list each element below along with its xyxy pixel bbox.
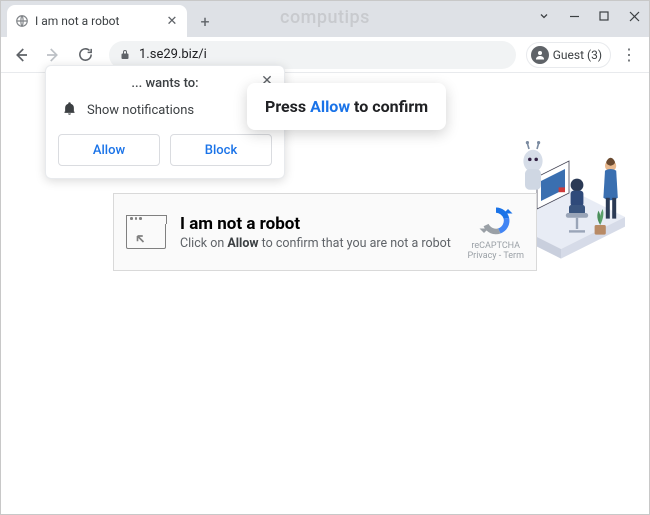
tab-close-button[interactable]: ✕	[165, 14, 179, 28]
overlay-tooltip: Press Allow to confirm	[247, 83, 446, 130]
titlebar: computips I am not a robot ✕ +	[1, 1, 649, 37]
tab-title: I am not a robot	[35, 14, 159, 28]
avatar-icon	[531, 46, 549, 64]
captcha-box: I am not a robot Click on Allow to confi…	[113, 193, 537, 271]
new-tab-button[interactable]: +	[191, 7, 219, 35]
overlay-text-post: to confirm	[350, 97, 428, 116]
window-pointer-icon	[126, 215, 166, 249]
url-text: 1.se29.biz/i	[139, 47, 506, 62]
permission-row: Show notifications	[58, 101, 272, 120]
window-controls	[529, 1, 649, 31]
captcha-text: I am not a robot Click on Allow to confi…	[180, 214, 451, 251]
permission-title: ... wants to:	[58, 76, 272, 91]
overlay-allow-word: Allow	[310, 97, 350, 116]
close-window-button[interactable]	[619, 1, 649, 31]
back-button[interactable]	[7, 41, 35, 69]
allow-button[interactable]: Allow	[58, 134, 160, 166]
profile-chip[interactable]: Guest (3)	[526, 42, 611, 68]
browser-tab[interactable]: I am not a robot ✕	[7, 5, 187, 37]
captcha-heading: I am not a robot	[180, 214, 451, 234]
permission-text: Show notifications	[87, 103, 194, 118]
lock-icon	[119, 49, 131, 61]
page-content: ✕ ... wants to: Show notifications Allow…	[1, 73, 649, 514]
recaptcha-badge: reCAPTCHA Privacy - Term	[467, 203, 524, 261]
recaptcha-label: reCAPTCHA	[467, 241, 524, 251]
block-button[interactable]: Block	[170, 134, 272, 166]
maximize-button[interactable]	[589, 1, 619, 31]
browser-window: computips I am not a robot ✕ + 1.se29.bi…	[0, 0, 650, 515]
overlay-text-pre: Press	[265, 97, 310, 116]
minimize-button[interactable]	[559, 1, 589, 31]
watermark: computips	[280, 7, 370, 28]
bell-icon	[62, 101, 77, 120]
recaptcha-icon	[478, 203, 514, 239]
captcha-subtext: Click on Allow to confirm that you are n…	[180, 236, 451, 251]
recaptcha-links: Privacy - Term	[467, 251, 524, 261]
chevron-down-icon[interactable]	[529, 1, 559, 31]
globe-icon	[15, 14, 29, 28]
profile-label: Guest (3)	[553, 48, 602, 62]
menu-button[interactable]: ⋮	[615, 41, 643, 69]
